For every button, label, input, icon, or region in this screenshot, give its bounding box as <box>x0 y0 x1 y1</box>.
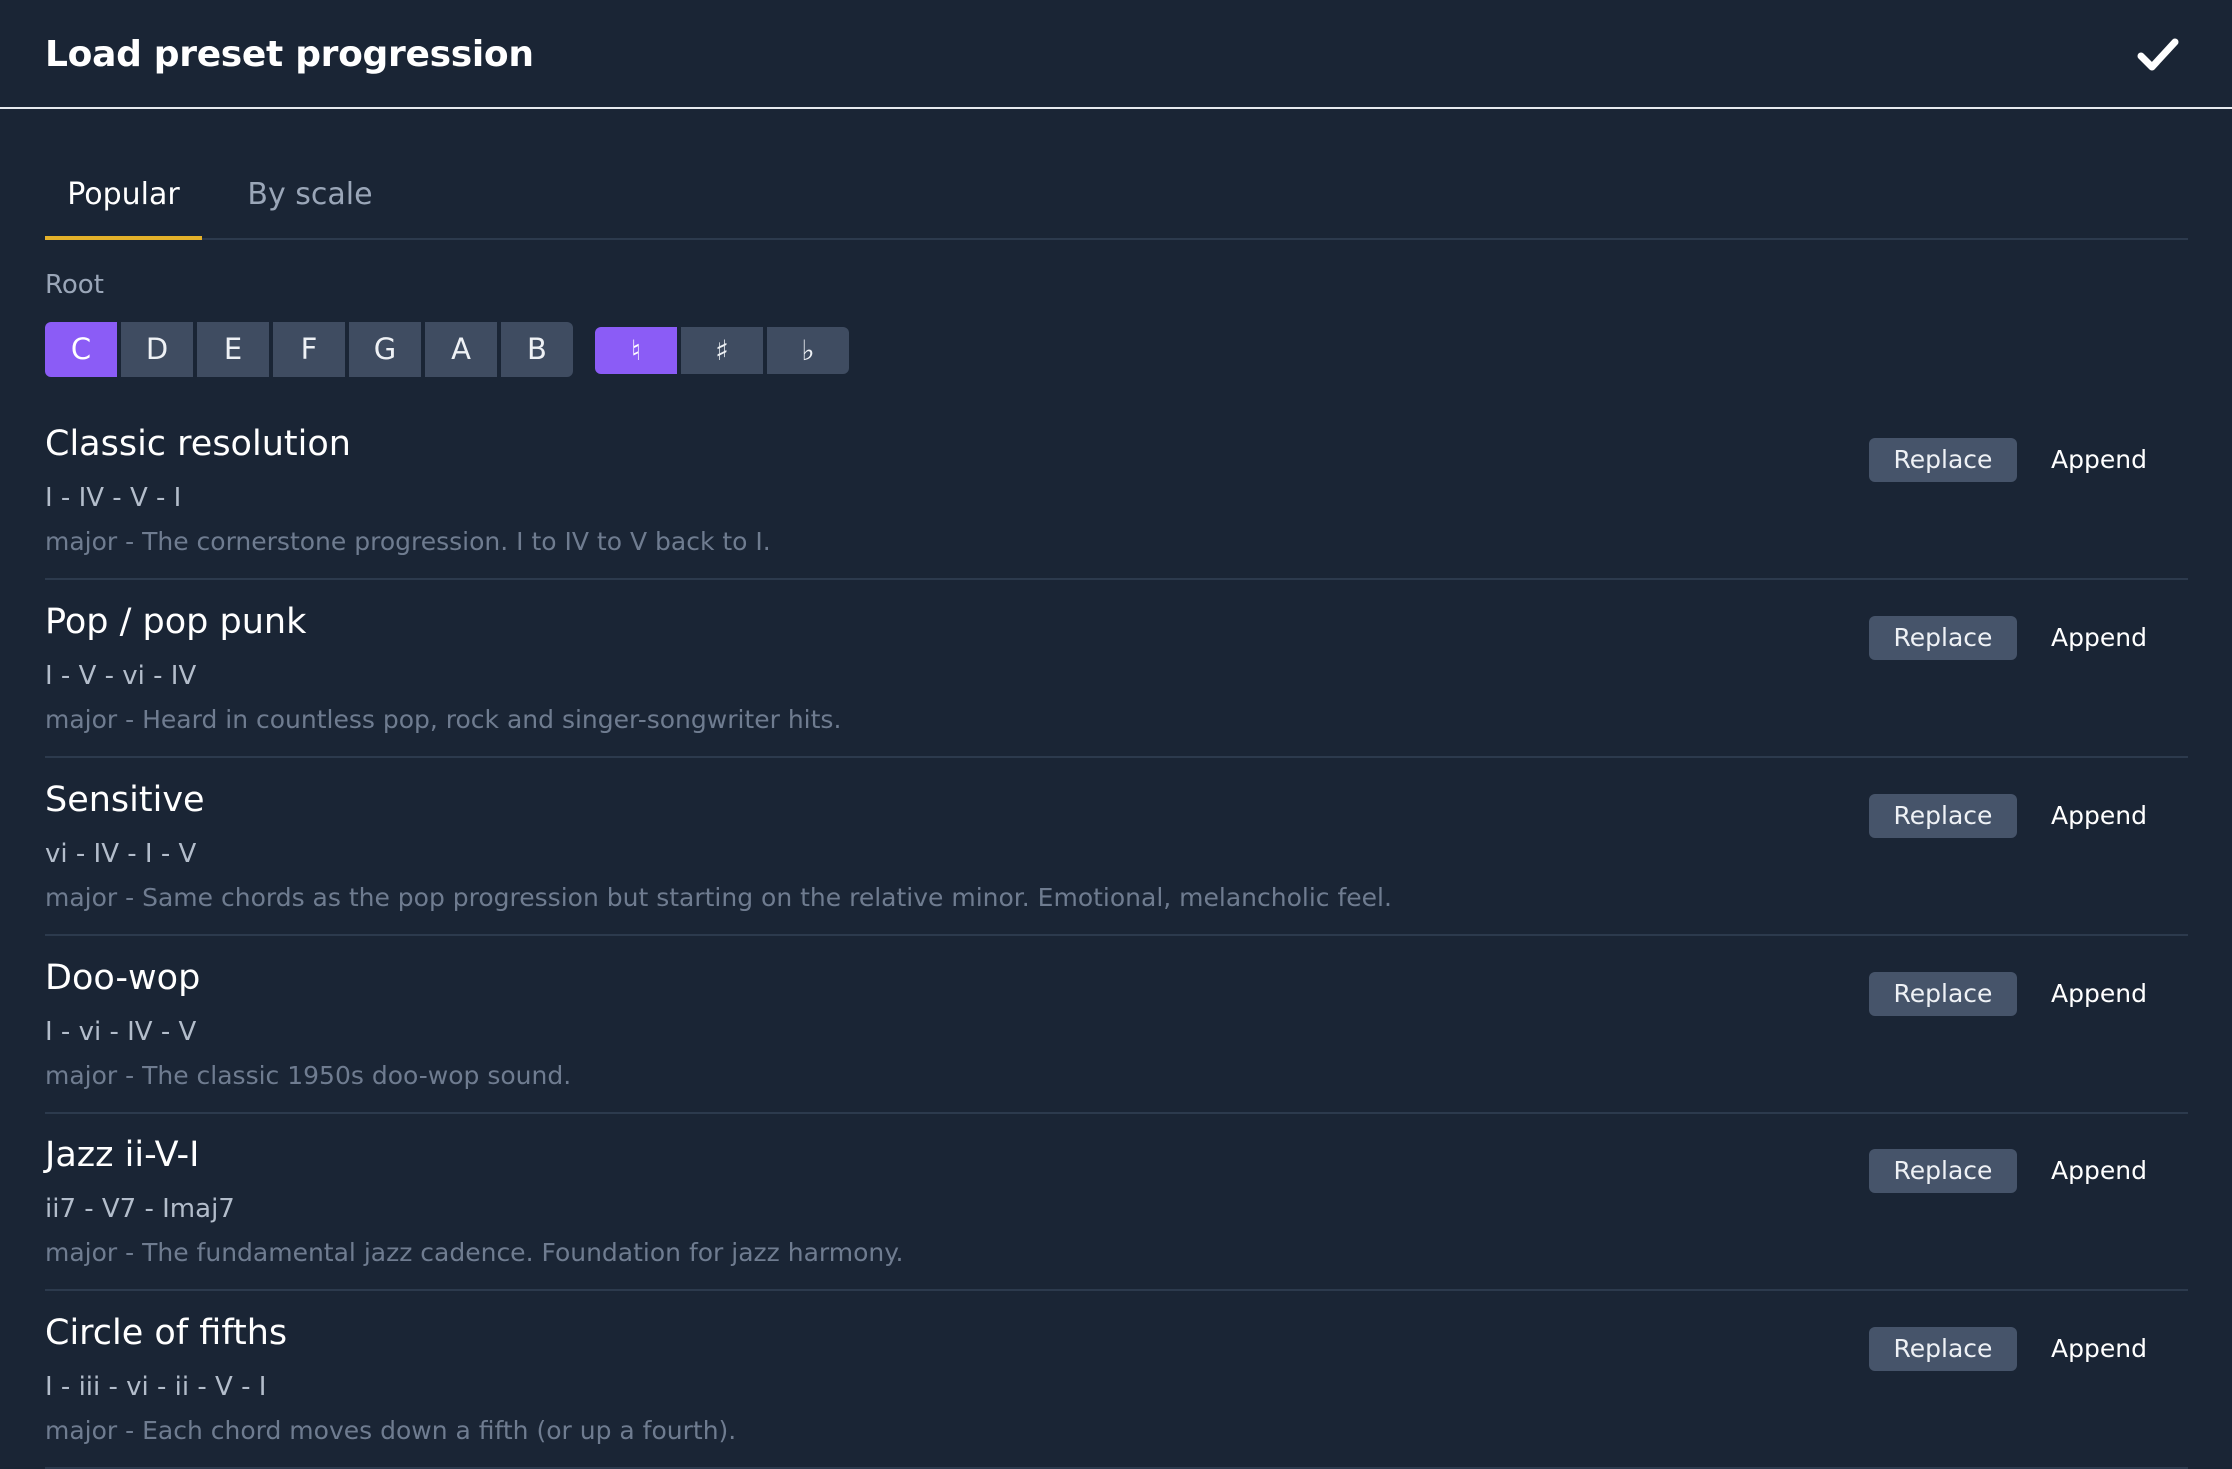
dialog-title: Load preset progression <box>45 34 534 75</box>
preset-name: Jazz ii-V-I <box>45 1135 200 1175</box>
append-button[interactable]: Append <box>2039 794 2159 838</box>
tab-by-scale[interactable]: By scale <box>235 162 385 240</box>
preset-item-doo-wop: Doo-wop I - vi - IV - V major - The clas… <box>45 936 2188 1114</box>
preset-name: Pop / pop punk <box>45 602 307 642</box>
preset-item-pop-punk: Pop / pop punk I - V - vi - IV major - H… <box>45 580 2188 758</box>
replace-button[interactable]: Replace <box>1869 972 2017 1016</box>
preset-description: major - The cornerstone progression. I t… <box>45 527 771 556</box>
note-button-c[interactable]: C <box>45 322 117 377</box>
tab-bar: Popular By scale <box>45 162 2188 240</box>
preset-chords: vi - IV - I - V <box>45 839 197 869</box>
preset-description: major - Heard in countless pop, rock and… <box>45 705 842 734</box>
sharp-button[interactable]: ♯ <box>681 327 763 374</box>
preset-description: major - The classic 1950s doo-wop sound. <box>45 1061 572 1090</box>
preset-name: Circle of fifths <box>45 1313 288 1353</box>
replace-button[interactable]: Replace <box>1869 1327 2017 1371</box>
preset-chords: I - iii - vi - ii - V - I <box>45 1372 267 1402</box>
note-button-a[interactable]: A <box>425 322 497 377</box>
append-button[interactable]: Append <box>2039 616 2159 660</box>
preset-chords: I - vi - IV - V <box>45 1017 197 1047</box>
preset-item-circle-of-fifths: Circle of fifths I - iii - vi - ii - V -… <box>45 1291 2188 1469</box>
preset-item-jazz-ii-v-i: Jazz ii-V-I ii7 - V7 - Imaj7 major - The… <box>45 1113 2188 1291</box>
append-button[interactable]: Append <box>2039 972 2159 1016</box>
accidental-selector: ♮ ♯ ♭ <box>595 327 849 374</box>
confirm-button[interactable] <box>2136 33 2180 77</box>
checkmark-icon <box>2137 38 2179 71</box>
tab-popular[interactable]: Popular <box>45 162 202 240</box>
preset-item-sensitive: Sensitive vi - IV - I - V major - Same c… <box>45 758 2188 936</box>
append-button[interactable]: Append <box>2039 1149 2159 1193</box>
dialog-header: Load preset progression <box>0 0 2232 109</box>
replace-button[interactable]: Replace <box>1869 438 2017 482</box>
append-button[interactable]: Append <box>2039 1327 2159 1371</box>
root-label: Root <box>45 270 104 300</box>
preset-description: major - The fundamental jazz cadence. Fo… <box>45 1238 904 1267</box>
note-button-b[interactable]: B <box>501 322 573 377</box>
preset-chords: ii7 - V7 - Imaj7 <box>45 1194 235 1224</box>
note-button-d[interactable]: D <box>121 322 193 377</box>
preset-chords: I - V - vi - IV <box>45 661 197 691</box>
preset-name: Doo-wop <box>45 958 201 998</box>
replace-button[interactable]: Replace <box>1869 794 2017 838</box>
note-button-e[interactable]: E <box>197 322 269 377</box>
note-button-f[interactable]: F <box>273 322 345 377</box>
replace-button[interactable]: Replace <box>1869 1149 2017 1193</box>
preset-name: Classic resolution <box>45 424 351 464</box>
preset-description: major - Same chords as the pop progressi… <box>45 883 1392 912</box>
preset-chords: I - IV - V - I <box>45 483 182 513</box>
preset-item-classic-resolution: Classic resolution I - IV - V - I major … <box>45 402 2188 580</box>
replace-button[interactable]: Replace <box>1869 616 2017 660</box>
flat-button[interactable]: ♭ <box>767 327 849 374</box>
append-button[interactable]: Append <box>2039 438 2159 482</box>
root-note-selector: C D E F G A B <box>45 322 573 377</box>
natural-button[interactable]: ♮ <box>595 327 677 374</box>
preset-name: Sensitive <box>45 780 205 820</box>
note-button-g[interactable]: G <box>349 322 421 377</box>
preset-description: major - Each chord moves down a fifth (o… <box>45 1416 737 1445</box>
